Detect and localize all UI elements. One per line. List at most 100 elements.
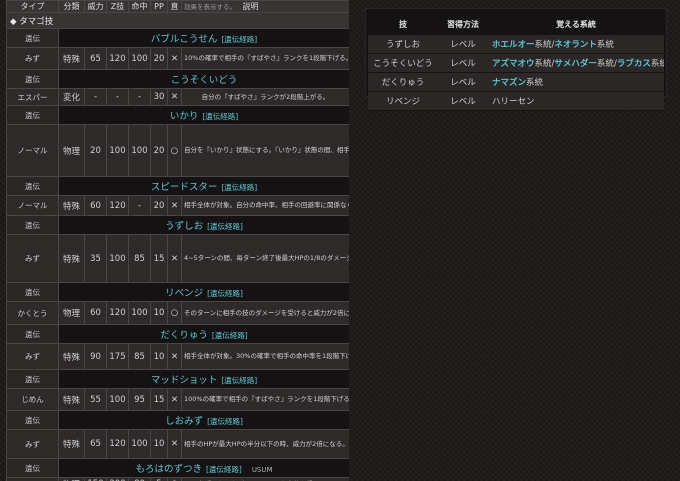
move-category: 特殊: [58, 388, 85, 411]
learner-name-link[interactable]: ラブカス: [617, 59, 651, 69]
move-name-cell: バブルこうせん [遺伝経路]: [58, 28, 349, 48]
move-accuracy: 95: [128, 388, 151, 411]
move-category: 特殊: [58, 343, 85, 370]
section-title: ◆ タマゴ技: [6, 12, 349, 29]
move-name-link[interactable]: もろはのずつき: [135, 464, 202, 475]
move-z-power: 100: [106, 124, 129, 177]
learners-col-method: 習得方法: [447, 19, 479, 29]
version-label: USUM: [251, 466, 273, 474]
move-category: 物理: [58, 124, 85, 177]
learner-name-link[interactable]: ホエルオー: [492, 40, 535, 50]
move-source-tag: 遺伝: [6, 324, 59, 344]
move-name-cell: いかり [遺伝経路]: [58, 105, 349, 125]
move-power: 150: [84, 477, 107, 481]
learner-name-link[interactable]: ネオラント: [554, 40, 597, 50]
move-name-cell: しおみず [遺伝経路]: [58, 410, 349, 430]
move-name-link[interactable]: スピードスター: [151, 182, 218, 193]
breeding-route-link[interactable]: [遺伝経路]: [206, 465, 242, 474]
breeding-route-link[interactable]: [遺伝経路]: [221, 35, 257, 44]
move-name-row: 遺伝 うずしお [遺伝経路]: [6, 215, 349, 235]
move-name-link[interactable]: リベンジ: [165, 288, 203, 299]
breeding-route-link[interactable]: [遺伝経路]: [202, 112, 238, 121]
move-z-power: 120: [106, 195, 129, 216]
breeding-route-link[interactable]: [遺伝経路]: [207, 289, 243, 298]
move-data-row: ノーマル 特殊 60 120-20 ✕ 相手全体が対象。自分の命中率、相手の回避率に関係な…: [6, 195, 349, 216]
learner-list: ホエルオー系統/ネオラント系統: [488, 35, 664, 54]
move-description: 自分を『いかり』状態にする。『いかり』状態の間、相手の技のダメージを受ける度に『…: [181, 124, 349, 177]
effect-toggle-text[interactable]: 効果を表示する。: [184, 3, 236, 11]
move-name-link[interactable]: うずしお: [165, 221, 203, 232]
col-category: 分類: [58, 0, 85, 13]
move-data-row: みず 特殊 90 175 85 10 ✕ 相手全体が対象。30%の確率で相手の命中率を1段階下…: [6, 343, 349, 370]
move-name-link[interactable]: いかり: [170, 111, 199, 122]
table-header-row: タイプ 分類 威力 Z技 命中 PP 直 効果を表示する。 説明: [6, 0, 349, 13]
move-category: 特殊: [58, 234, 85, 283]
move-contact: ○: [167, 124, 182, 177]
breeding-route-link[interactable]: [遺伝経路]: [221, 376, 257, 385]
move-name-link[interactable]: バブルこうせん: [151, 34, 218, 45]
breeding-route-link[interactable]: [遺伝経路]: [207, 222, 243, 231]
move-type: かくとう: [6, 301, 59, 325]
learner-name-link[interactable]: ナマズン: [492, 78, 526, 88]
move-accuracy: 100: [128, 429, 151, 459]
move-contact: ○: [167, 301, 182, 325]
egg-move-table-panel: タイプ 分類 威力 Z技 命中 PP 直 効果を表示する。 説明 ◆ タマゴ技 …: [6, 0, 349, 481]
move-source-tag: 遺伝: [6, 458, 59, 478]
learner-suffix: 系統: [596, 40, 614, 50]
move-z-power: 100: [106, 388, 129, 411]
learners-header-row: 技 習得方法 覚える系統: [368, 13, 664, 35]
move-source-tag: 遺伝: [6, 69, 59, 89]
move-source-tag: 遺伝: [6, 369, 59, 389]
learner-row: リベンジ レベル ハリーセン: [368, 91, 664, 111]
move-z-power: 120: [106, 47, 129, 70]
move-z-power: 100: [106, 234, 129, 283]
move-name-cell: もろはのずつき [遺伝経路] USUM: [58, 458, 349, 478]
move-contact: ○: [167, 477, 182, 481]
move-accuracy: 100: [128, 124, 151, 177]
learners-body: うずしお レベル ホエルオー系統/ネオラント系統 こうそくいどう レベル アズマオウ系統/…: [368, 35, 664, 111]
move-contact: ✕: [167, 234, 182, 283]
move-source-tag: 遺伝: [6, 176, 59, 196]
move-name-link[interactable]: しおみず: [165, 416, 203, 427]
move-type: ノーマル: [6, 124, 59, 177]
move-data-row: エスパー 変化 - - -30 ✕ 自分の『すばやさ』ランクが2段階上がる。: [6, 88, 349, 106]
move-type: エスパー: [6, 88, 59, 106]
move-type: いわ: [6, 477, 59, 481]
move-power: 60: [84, 195, 107, 216]
move-name-row: 遺伝 もろはのずつき [遺伝経路] USUM: [6, 458, 349, 478]
learners-panel: 技 習得方法 覚える系統 うずしお レベル ホエルオー系統/ネオラント系統 こうそくい…: [365, 8, 667, 111]
move-name-link[interactable]: マッドショット: [151, 375, 218, 386]
move-accuracy: -: [128, 88, 151, 106]
learner-move: リベンジ: [368, 91, 438, 111]
learner-name-link: ハリーセン: [492, 97, 535, 107]
move-type: みず: [6, 343, 59, 370]
col-contact: 直: [167, 0, 182, 13]
move-description: 4~5ターンの間、毎ターン終了後最大HPの1/8のダメージを与え、その間『ゴース…: [181, 234, 349, 283]
move-description: 相手のHPが最大HPの半分以下の時、威力が2倍になる。: [181, 429, 349, 459]
move-accuracy: 85: [128, 234, 151, 283]
move-name-link[interactable]: こうそくいどう: [171, 75, 238, 86]
col-accuracy: 命中: [128, 0, 151, 13]
breeding-route-link[interactable]: [遺伝経路]: [212, 331, 248, 340]
breeding-route-link[interactable]: [遺伝経路]: [207, 417, 243, 426]
move-category: 特殊: [58, 429, 85, 459]
move-pp: 15: [150, 388, 168, 411]
learner-name-link[interactable]: アズマオウ: [492, 59, 535, 69]
learner-suffix: 系統: [596, 59, 614, 69]
learner-name-link[interactable]: サメハダー: [554, 59, 597, 69]
move-source-tag: 遺伝: [6, 282, 59, 302]
breeding-route-link[interactable]: [遺伝経路]: [221, 183, 257, 192]
move-power: 65: [84, 47, 107, 70]
move-description: 相手全体が対象。自分の命中率、相手の回避率に関係なく必ず命中する。: [181, 195, 349, 216]
col-pp: PP: [150, 0, 168, 13]
learner-method: レベル: [438, 91, 488, 111]
move-name-cell: だくりゅう [遺伝経路]: [58, 324, 349, 344]
move-source-tag: 遺伝: [6, 105, 59, 125]
move-power: 35: [84, 234, 107, 283]
col-effect: 効果を表示する。 説明: [181, 0, 349, 13]
move-z-power: 120: [106, 301, 129, 325]
move-description: 相手に与えたダメージの1/2を自分も受ける。: [181, 477, 349, 481]
move-description: 相手全体が対象。30%の確率で相手の命中率を1段階下げる。: [181, 343, 349, 370]
move-type: みず: [6, 234, 59, 283]
move-name-link[interactable]: だくりゅう: [160, 330, 208, 341]
